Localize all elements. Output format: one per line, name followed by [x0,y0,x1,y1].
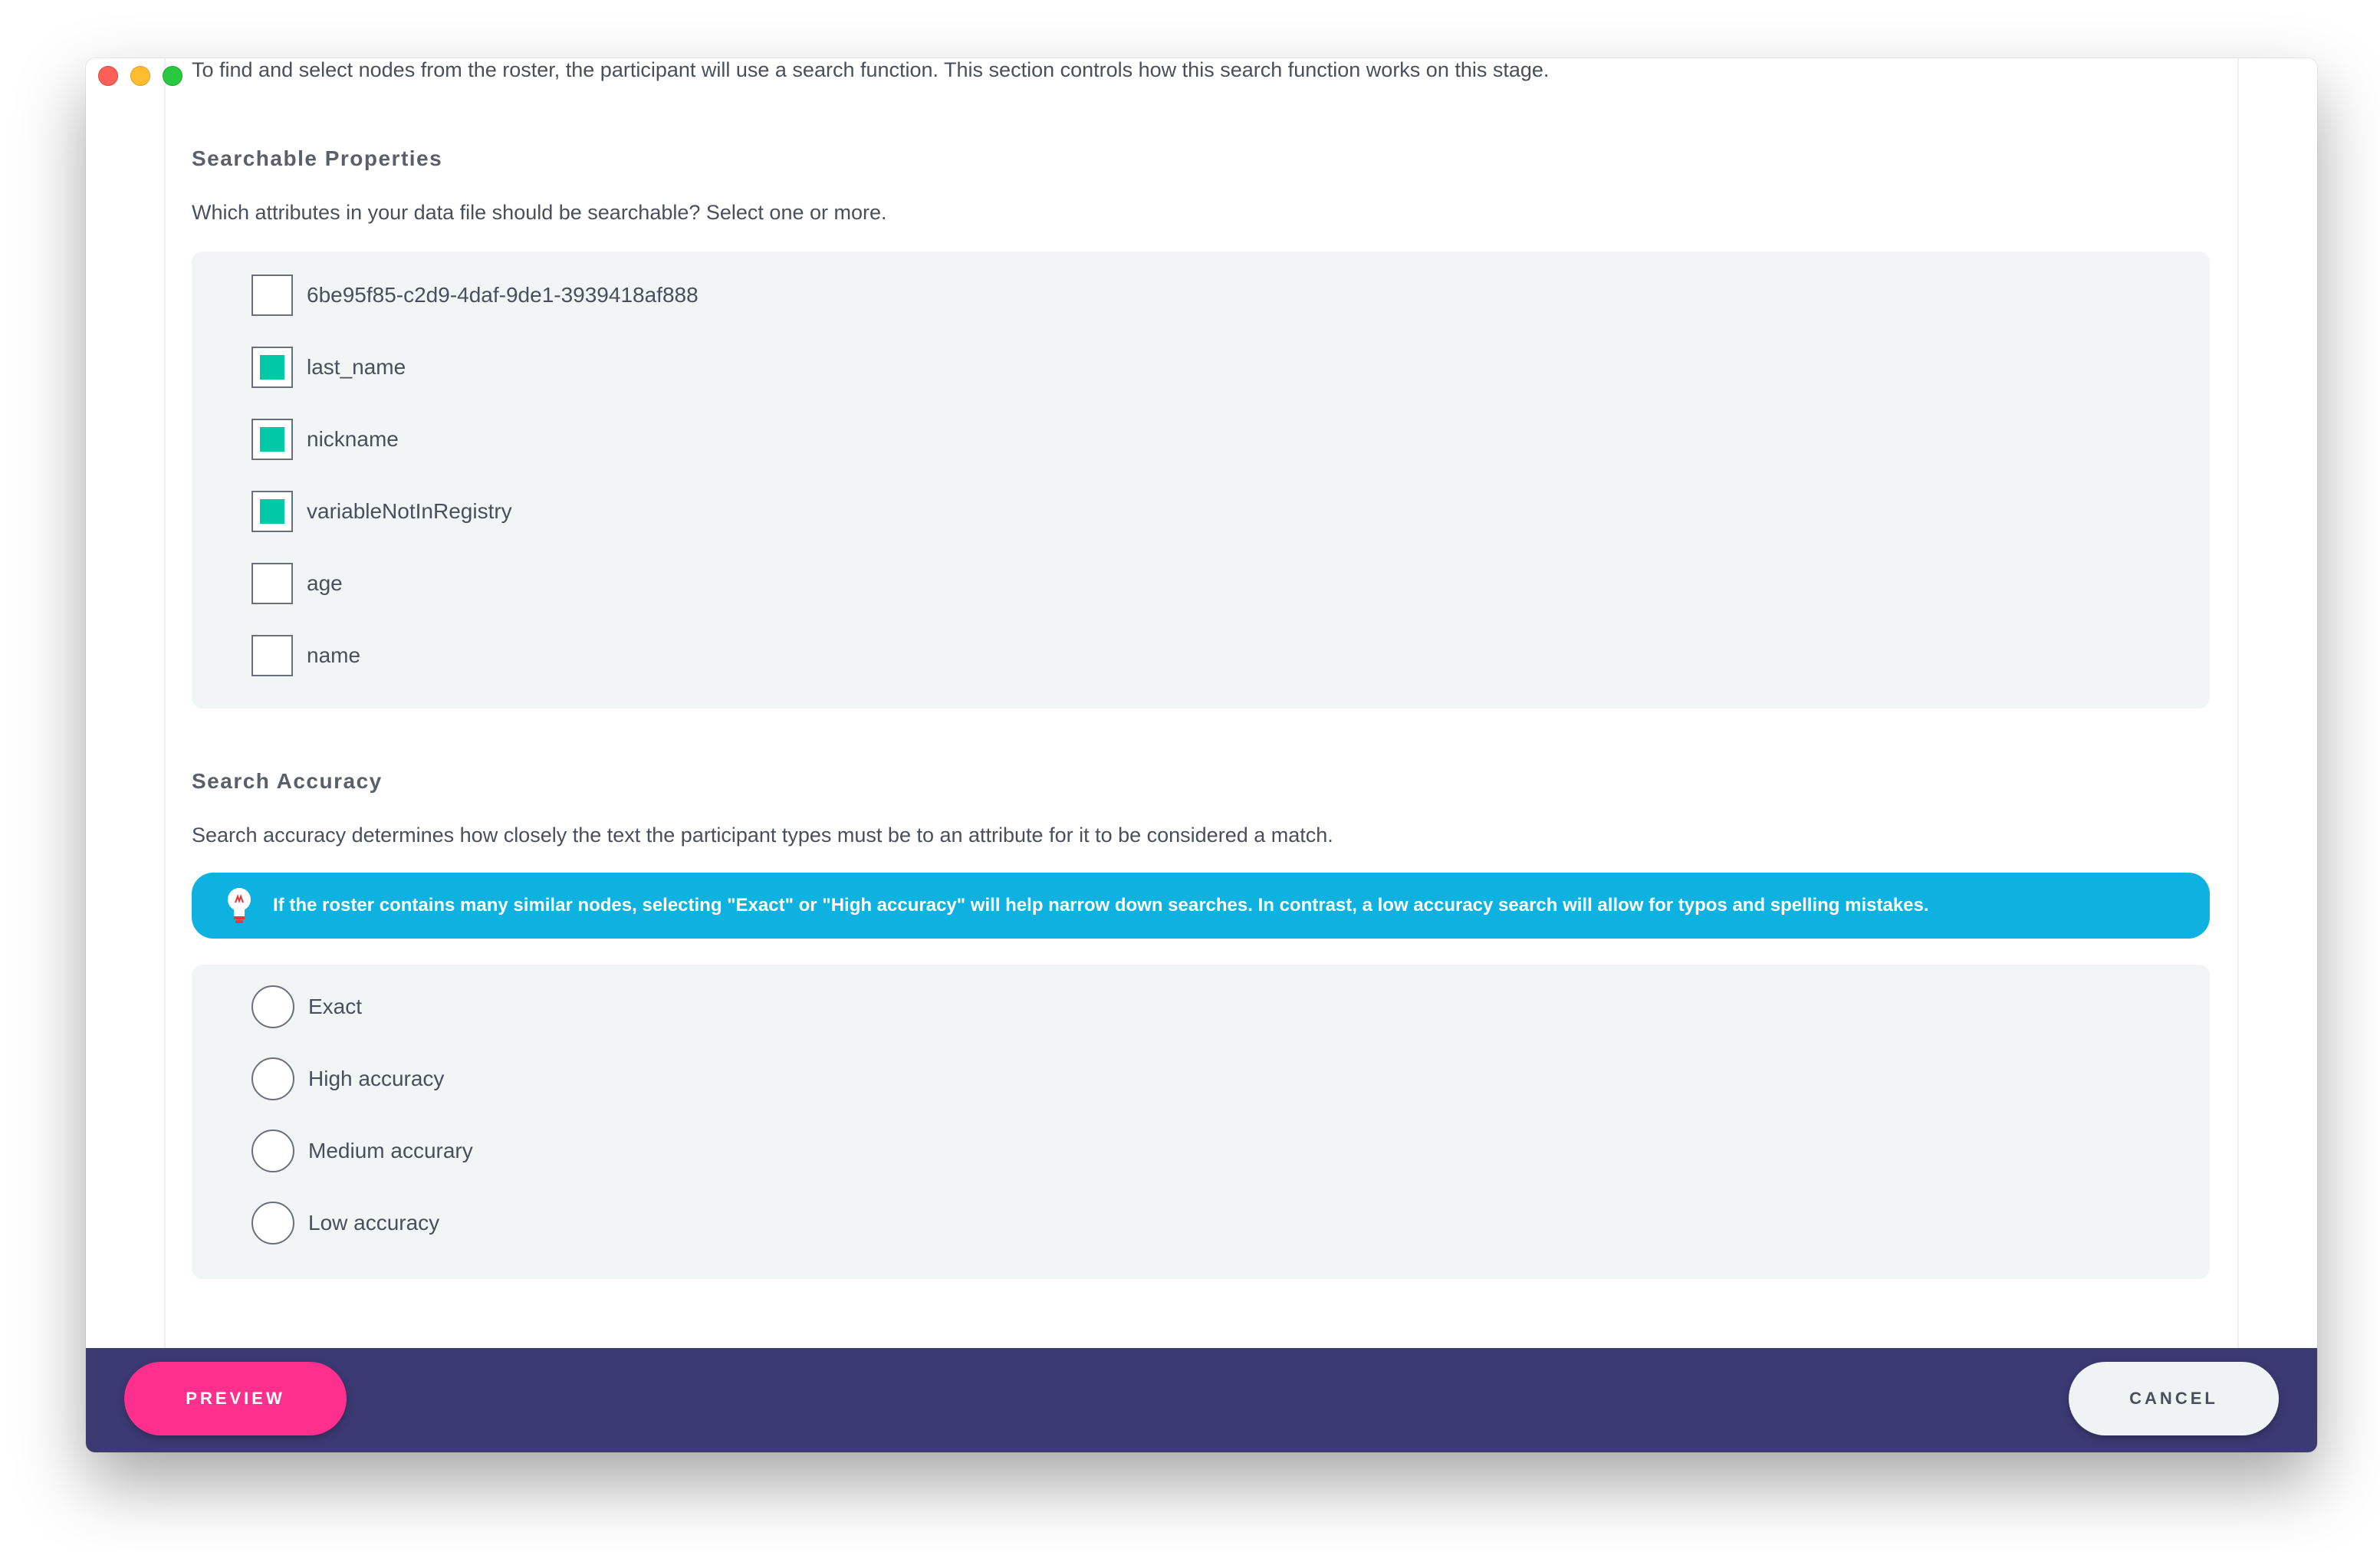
radio-button[interactable] [251,1129,294,1172]
search-accuracy-title: Search Accuracy [192,769,383,793]
searchable-option[interactable]: nickname [251,417,399,462]
option-label: High accuracy [308,1067,445,1090]
option-label: variableNotInRegistry [307,499,512,523]
searchable-option[interactable]: variableNotInRegistry [251,489,512,534]
option-label: last_name [307,355,406,379]
searchable-properties-title: Searchable Properties [192,146,443,170]
window-controls [98,66,182,86]
cancel-button[interactable]: CANCEL [2069,1362,2279,1435]
checkbox[interactable] [251,347,293,388]
tip-banner: If the roster contains many similar node… [192,873,2210,939]
radio-button[interactable] [251,1057,294,1100]
searchable-option[interactable]: age [251,561,343,606]
option-label: Low accuracy [308,1211,440,1235]
checkbox[interactable] [251,275,293,316]
radio-button[interactable] [251,1202,294,1245]
close-window-button[interactable] [98,66,118,86]
option-label: nickname [307,427,399,451]
zoom-window-button[interactable] [163,66,182,86]
accuracy-option[interactable]: Exact [251,985,362,1029]
option-label: age [307,571,343,595]
searchable-option[interactable]: 6be95f85-c2d9-4daf-9de1-3939418af888 [251,273,699,317]
lightbulb-icon [224,886,255,926]
searchable-properties-panel: 6be95f85-c2d9-4daf-9de1-3939418af888 las… [192,252,2210,709]
option-label: name [307,643,361,667]
searchable-option[interactable]: last_name [251,345,406,390]
option-label: 6be95f85-c2d9-4daf-9de1-3939418af888 [307,283,699,307]
accuracy-option[interactable]: Medium accurary [251,1129,473,1173]
searchable-option[interactable]: name [251,633,360,678]
preview-button[interactable]: PREVIEW [124,1362,347,1435]
accuracy-option[interactable]: High accuracy [251,1057,444,1101]
tip-text: If the roster contains many similar node… [273,895,1929,916]
searchable-properties-description: Which attributes in your data file shoul… [192,201,887,224]
intro-text: To find and select nodes from the roster… [192,58,1550,81]
search-accuracy-panel: Exact High accuracy Medium accurary Low … [192,965,2210,1279]
checkbox[interactable] [251,563,293,604]
accuracy-option[interactable]: Low accuracy [251,1201,439,1245]
checkbox[interactable] [251,635,293,676]
option-label: Exact [308,995,363,1018]
option-label: Medium accurary [308,1139,473,1162]
checkbox[interactable] [251,419,293,460]
app-window: To find and select nodes from the roster… [86,58,2317,1452]
radio-button[interactable] [251,985,294,1028]
footer-bar: PREVIEW CANCEL [86,1348,2317,1452]
minimize-window-button[interactable] [130,66,150,86]
search-accuracy-description: Search accuracy determines how closely t… [192,824,1333,847]
checkbox[interactable] [251,491,293,532]
